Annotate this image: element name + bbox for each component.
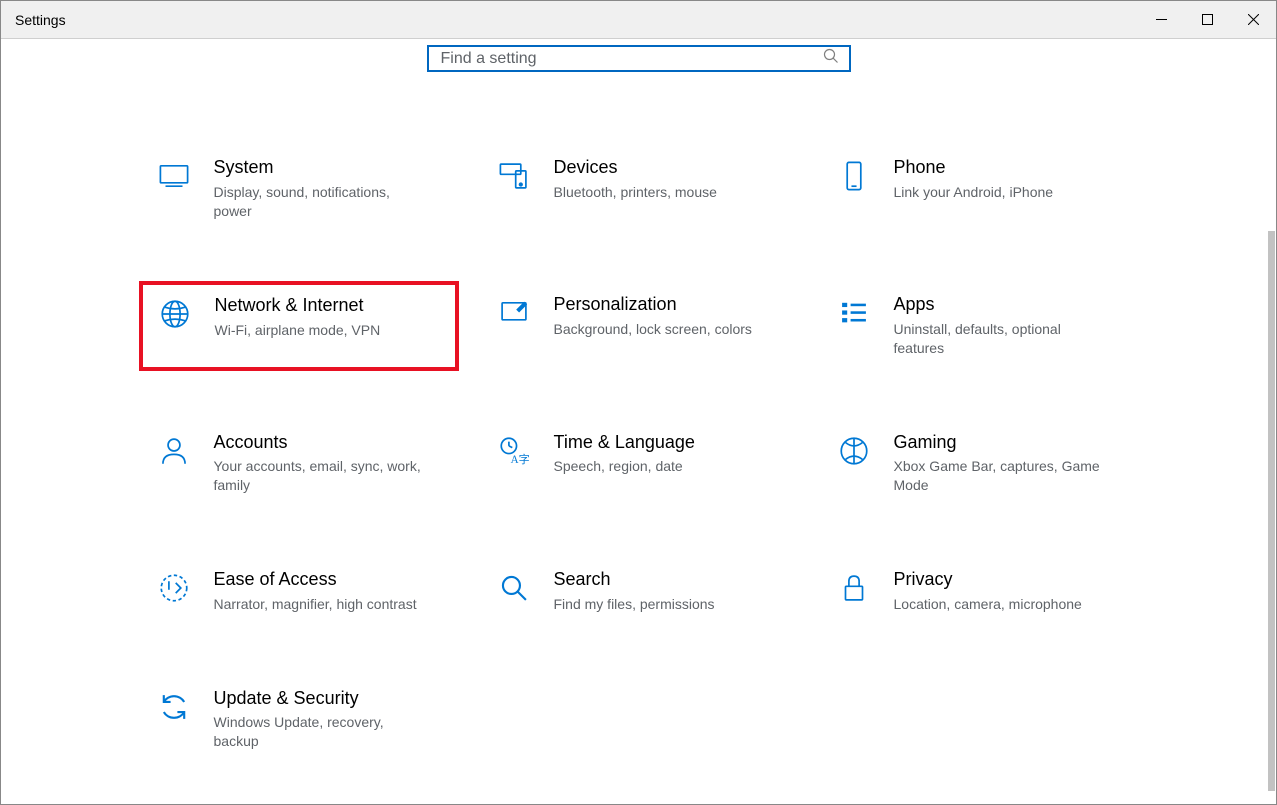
time-language-icon: A字 [494, 432, 534, 468]
minimize-icon [1156, 14, 1167, 25]
settings-grid: System Display, sound, notifications, po… [139, 144, 1139, 804]
window-title: Settings [1, 12, 66, 28]
tile-title: Personalization [554, 294, 752, 316]
tile-subtitle: Location, camera, microphone [894, 595, 1082, 614]
content-area: System Display, sound, notifications, po… [1, 39, 1276, 804]
tile-subtitle: Your accounts, email, sync, work, family [214, 457, 424, 495]
tile-apps[interactable]: Apps Uninstall, defaults, optional featu… [819, 281, 1139, 370]
tile-update[interactable]: Update & Security Windows Update, recove… [139, 675, 459, 764]
gaming-icon [834, 432, 874, 468]
tile-subtitle: Link your Android, iPhone [894, 183, 1054, 202]
tile-title: Ease of Access [214, 569, 417, 591]
tile-title: System [214, 157, 424, 179]
tile-subtitle: Uninstall, defaults, optional features [894, 320, 1104, 358]
tile-subtitle: Speech, region, date [554, 457, 695, 476]
privacy-icon [834, 569, 874, 605]
tile-privacy[interactable]: Privacy Location, camera, microphone [819, 556, 1139, 626]
titlebar: Settings [1, 1, 1276, 39]
tile-subtitle: Bluetooth, printers, mouse [554, 183, 717, 202]
search-tile-icon [494, 569, 534, 605]
settings-window: Settings Sy [0, 0, 1277, 805]
maximize-icon [1202, 14, 1213, 25]
search-input[interactable] [441, 50, 823, 68]
tile-time[interactable]: A字 Time & Language Speech, region, date [479, 419, 799, 508]
tile-subtitle: Windows Update, recovery, backup [214, 713, 424, 751]
tile-personalization[interactable]: Personalization Background, lock screen,… [479, 281, 799, 370]
system-icon [154, 157, 194, 193]
tile-title: Phone [894, 157, 1054, 179]
tile-title: Update & Security [214, 688, 424, 710]
tile-title: Devices [554, 157, 717, 179]
tile-title: Apps [894, 294, 1104, 316]
tile-ease[interactable]: Ease of Access Narrator, magnifier, high… [139, 556, 459, 626]
window-controls [1138, 1, 1276, 38]
tile-gaming[interactable]: Gaming Xbox Game Bar, captures, Game Mod… [819, 419, 1139, 508]
tile-system[interactable]: System Display, sound, notifications, po… [139, 144, 459, 233]
phone-icon [834, 157, 874, 193]
maximize-button[interactable] [1184, 1, 1230, 38]
close-button[interactable] [1230, 1, 1276, 38]
search-icon [823, 48, 839, 69]
tile-subtitle: Wi-Fi, airplane mode, VPN [215, 321, 381, 340]
minimize-button[interactable] [1138, 1, 1184, 38]
tile-phone[interactable]: Phone Link your Android, iPhone [819, 144, 1139, 233]
tile-subtitle: Find my files, permissions [554, 595, 715, 614]
tile-title: Privacy [894, 569, 1082, 591]
tile-subtitle: Background, lock screen, colors [554, 320, 752, 339]
tile-title: Network & Internet [215, 295, 381, 317]
tile-subtitle: Xbox Game Bar, captures, Game Mode [894, 457, 1104, 495]
update-icon [154, 688, 194, 724]
search-box[interactable] [427, 45, 851, 72]
tile-title: Search [554, 569, 715, 591]
ease-of-access-icon [154, 569, 194, 605]
tile-search[interactable]: Search Find my files, permissions [479, 556, 799, 626]
tile-subtitle: Display, sound, notifications, power [214, 183, 424, 221]
scrollbar[interactable] [1268, 231, 1275, 791]
close-icon [1248, 14, 1259, 25]
globe-icon [155, 295, 195, 331]
accounts-icon [154, 432, 194, 468]
svg-text:A字: A字 [510, 452, 529, 466]
personalization-icon [494, 294, 534, 330]
tile-network[interactable]: Network & Internet Wi-Fi, airplane mode,… [139, 281, 459, 370]
tile-title: Time & Language [554, 432, 695, 454]
apps-icon [834, 294, 874, 330]
tile-subtitle: Narrator, magnifier, high contrast [214, 595, 417, 614]
tile-title: Gaming [894, 432, 1104, 454]
tile-accounts[interactable]: Accounts Your accounts, email, sync, wor… [139, 419, 459, 508]
tile-title: Accounts [214, 432, 424, 454]
tile-devices[interactable]: Devices Bluetooth, printers, mouse [479, 144, 799, 233]
devices-icon [494, 157, 534, 193]
